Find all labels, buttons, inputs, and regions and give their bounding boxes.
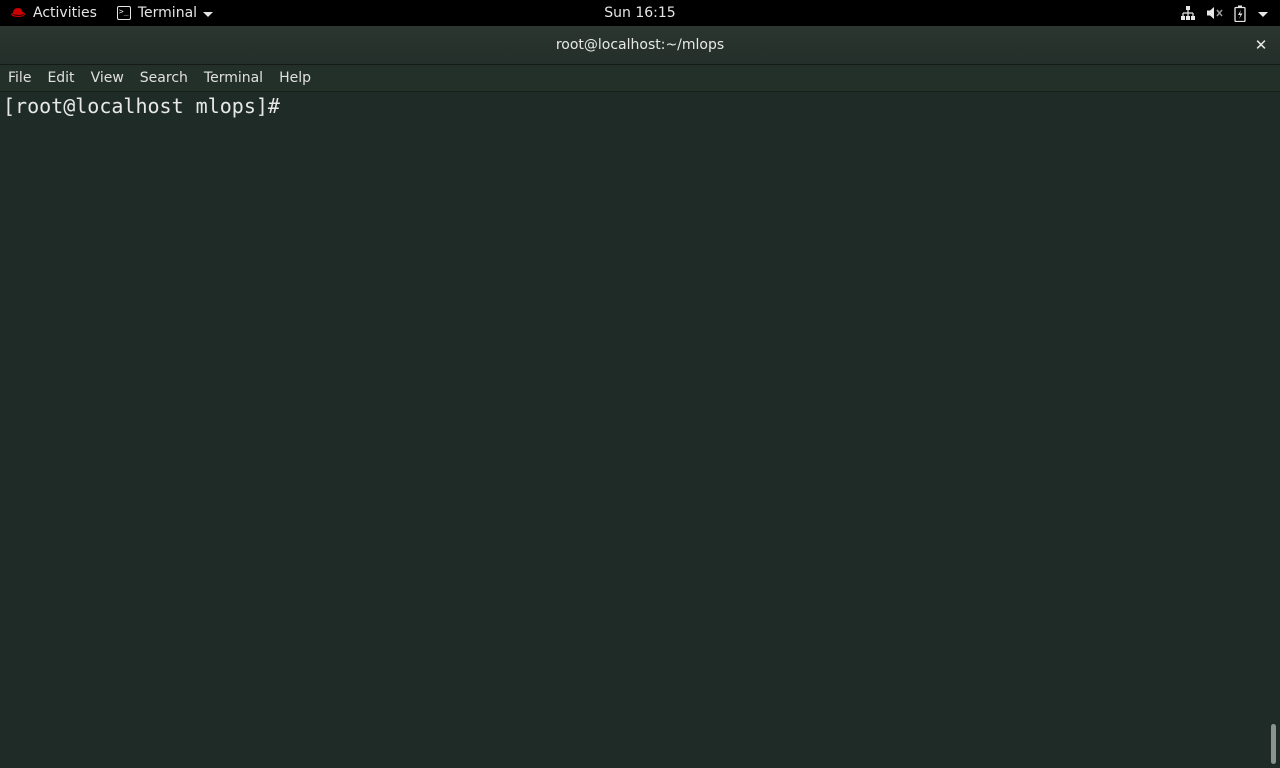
menu-bar: File Edit View Search Terminal Help	[0, 65, 1280, 92]
activities-label: Activities	[33, 5, 97, 21]
menu-file[interactable]: File	[0, 65, 39, 91]
app-menu-label: Terminal	[137, 5, 198, 21]
menu-edit[interactable]: Edit	[39, 65, 82, 91]
window-title: root@localhost:~/mlops	[555, 37, 725, 53]
menu-view[interactable]: View	[83, 65, 132, 91]
top-bar: Activities >_ Terminal Sun 16:15	[0, 0, 1280, 26]
shell-prompt: [root@localhost mlops]#	[3, 94, 280, 118]
activities-button[interactable]: Activities	[10, 5, 97, 21]
menu-terminal[interactable]: Terminal	[196, 65, 271, 91]
terminal-output[interactable]: [root@localhost mlops]#	[0, 92, 1280, 768]
app-menu-terminal[interactable]: >_ Terminal	[116, 5, 214, 21]
terminal-window: root@localhost:~/mlops ✕ File Edit View …	[0, 26, 1280, 768]
scrollbar-thumb[interactable]	[1271, 724, 1276, 764]
redhat-logo-icon	[11, 8, 26, 17]
system-tray[interactable]	[1180, 0, 1268, 26]
menu-search[interactable]: Search	[132, 65, 196, 91]
battery-icon	[1234, 5, 1246, 22]
system-menu-caret-icon	[1258, 11, 1268, 17]
network-icon	[1181, 6, 1195, 20]
chevron-down-icon	[203, 11, 214, 17]
window-titlebar[interactable]: root@localhost:~/mlops ✕	[0, 26, 1280, 65]
top-bar-left: Activities >_ Terminal	[10, 0, 214, 26]
menu-help[interactable]: Help	[271, 65, 319, 91]
terminal-app-icon: >_	[116, 6, 131, 20]
clock[interactable]: Sun 16:15	[604, 5, 675, 21]
volume-muted-icon	[1207, 7, 1223, 19]
close-icon[interactable]: ✕	[1252, 36, 1270, 54]
